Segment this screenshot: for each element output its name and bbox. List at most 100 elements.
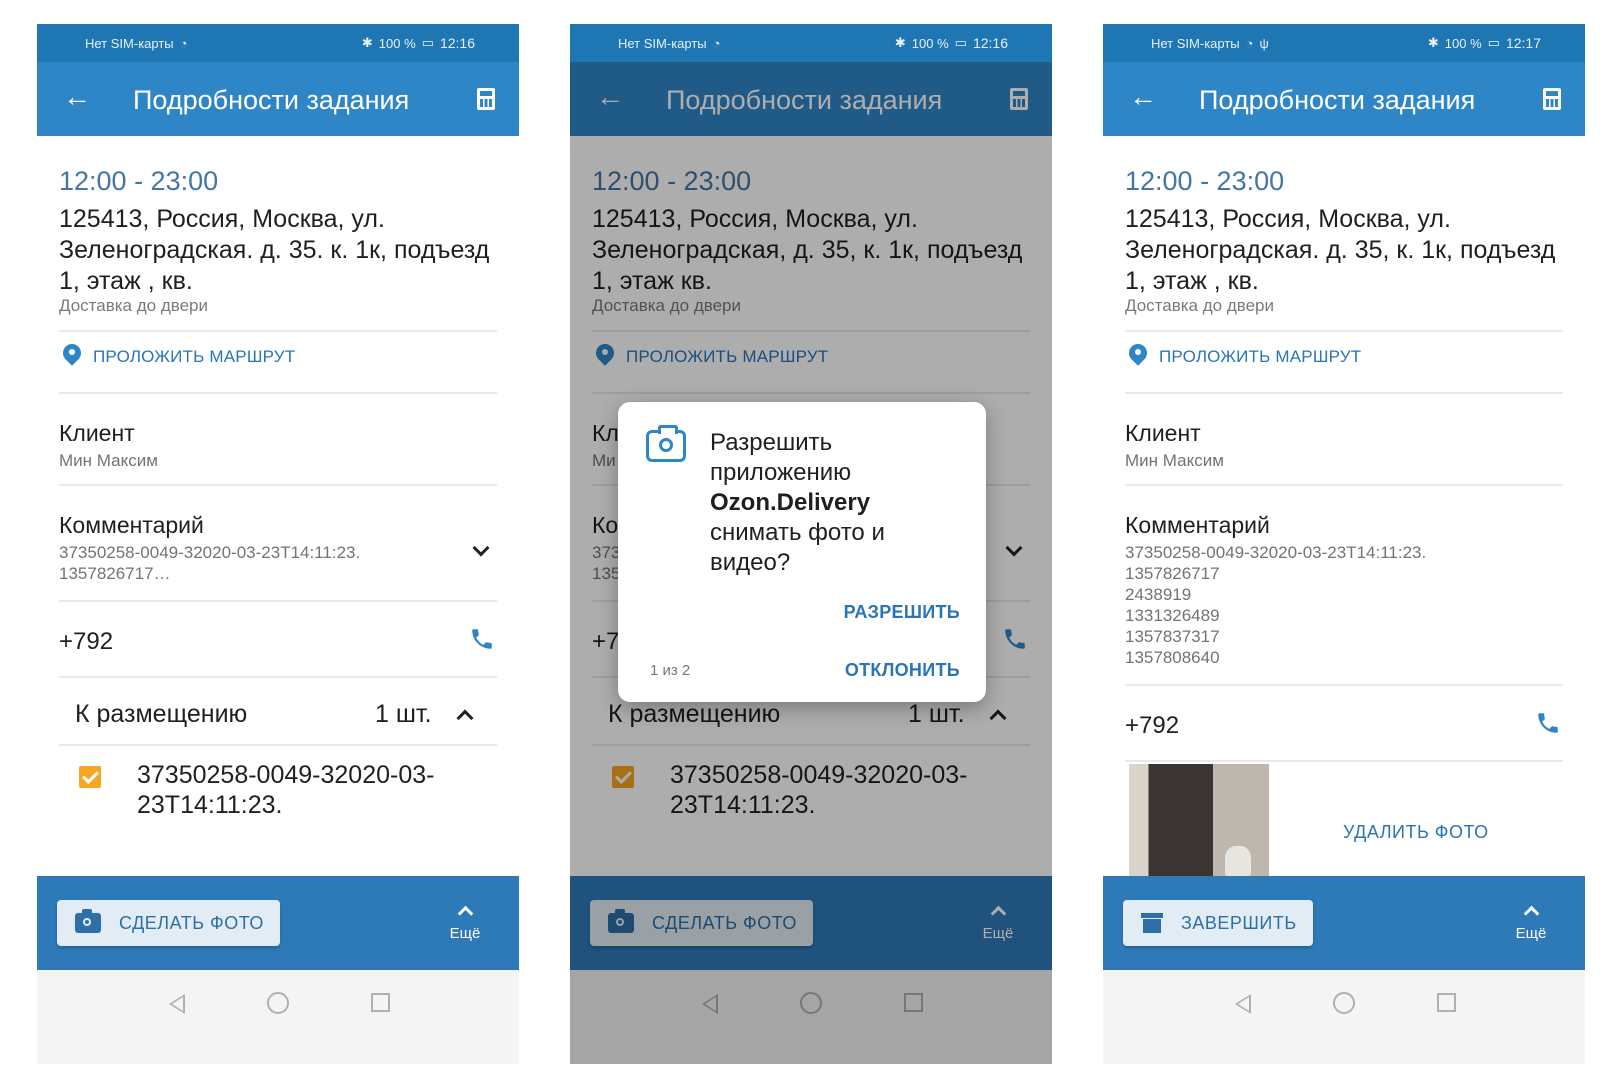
take-photo-button[interactable]: СДЕЛАТЬ ФОТО: [57, 900, 280, 946]
more-label: Ещё: [1515, 925, 1547, 942]
phone-screen-1: Нет SIM-карты ◔ ✱ 100 % ▭ 12:16 ← Подробност…: [37, 24, 519, 1064]
delivery-type: Доставка до двери: [1125, 296, 1274, 315]
delete-photo-button[interactable]: УДАЛИТЬ ФОТО: [1343, 822, 1489, 843]
battery-icon: ▭: [421, 35, 434, 50]
location-pin-icon: [63, 344, 81, 370]
time-range: 12:00 - 23:00: [59, 166, 219, 196]
photo-thumbnail[interactable]: [1129, 764, 1269, 886]
address: 125413, Россия, Москва, ул. Зеленоградск…: [1125, 205, 1556, 295]
client-name: Мин Максим: [59, 451, 158, 470]
archive-box-icon: [1141, 913, 1163, 933]
nav-home-icon[interactable]: [267, 992, 289, 1014]
back-arrow-icon[interactable]: ←: [1129, 82, 1157, 112]
comment-line: 37350258-0049-32020-03-23T14:11:23.: [59, 543, 361, 562]
battery-icon: ▭: [954, 35, 967, 50]
divider: [1125, 684, 1563, 686]
address: 125413, Россия, Москва, ул. Зеленоградск…: [59, 205, 490, 295]
route-label: ПРОЛОЖИТЬ МАРШРУТ: [1159, 347, 1362, 366]
system-nav-bar: [1103, 970, 1585, 1064]
route-label: ПРОЛОЖИТЬ МАРШРУТ: [93, 347, 296, 366]
back-arrow-icon[interactable]: ←: [63, 82, 91, 112]
comment-line: 2438919: [1125, 585, 1192, 604]
dialog-pager: 1 из 2: [650, 662, 691, 679]
build-route-link[interactable]: ПРОЛОЖИТЬ МАРШРУТ: [63, 344, 295, 370]
bluetooth-icon: ✱: [894, 35, 906, 50]
collapse-group-icon[interactable]: [456, 709, 474, 727]
divider: [1125, 392, 1563, 394]
item-text: 37350258-0049-32020-03-23T14:11:23.: [137, 761, 435, 819]
phone-number: +792: [59, 628, 114, 655]
bluetooth-icon: ✱: [1427, 35, 1439, 50]
comment-line: 1357837317: [1125, 627, 1220, 646]
chevron-up-icon: [457, 905, 473, 922]
divider: [1125, 760, 1563, 762]
group-count: 1 шт.: [375, 700, 432, 728]
status-bar: Нет SIM-карты ◔ ✱ 100 % ▭ 12:16: [570, 24, 1052, 62]
nav-recents-icon[interactable]: [1437, 993, 1456, 1012]
comment-line: 1331326489: [1125, 606, 1220, 625]
deny-button[interactable]: ОТКЛОНИТЬ: [845, 660, 960, 681]
nav-back-icon[interactable]: [1235, 994, 1251, 1014]
divider: [1125, 330, 1563, 332]
call-icon[interactable]: [469, 626, 495, 652]
allow-button[interactable]: РАЗРЕШИТЬ: [844, 602, 960, 623]
take-photo-label: СДЕЛАТЬ ФОТО: [119, 912, 264, 933]
clock: 12:17: [1505, 35, 1541, 51]
sim-status: Нет SIM-карты: [85, 35, 174, 51]
camera-icon: [75, 909, 101, 933]
nav-back-icon[interactable]: [169, 994, 185, 1014]
comment-line: 1357826717: [1125, 564, 1220, 583]
battery-level: 100 %: [911, 35, 949, 51]
battery-level: 100 %: [378, 35, 416, 51]
client-label: Клиент: [59, 420, 135, 446]
calculator-icon[interactable]: [1543, 88, 1561, 110]
battery-level: 100 %: [1444, 35, 1482, 51]
app-bar: ← Подробности задания: [1103, 62, 1585, 136]
nav-recents-icon[interactable]: [371, 993, 390, 1012]
call-icon[interactable]: [1535, 710, 1561, 736]
bottom-action-bar: ЗАВЕРШИТЬ Ещё: [1103, 876, 1585, 970]
system-nav-bar: [37, 970, 519, 1064]
more-label: Ещё: [449, 925, 481, 942]
more-button[interactable]: Ещё: [445, 904, 485, 942]
nav-home-icon[interactable]: [1333, 992, 1355, 1014]
client-name: Мин Максим: [1125, 451, 1224, 470]
comment-label: Комментарий: [59, 512, 204, 538]
permission-text: снимать фото и видео?: [710, 519, 885, 576]
divider: [1125, 484, 1563, 486]
comment-label: Комментарий: [1125, 512, 1270, 538]
wifi-icon: ◔: [712, 35, 721, 51]
calculator-icon[interactable]: [477, 88, 495, 110]
app-bar: ← Подробности задания: [37, 62, 519, 136]
usb-icon: ψ: [1259, 35, 1269, 51]
more-button[interactable]: Ещё: [1511, 904, 1551, 942]
divider: [59, 744, 497, 746]
phone-screen-3: Нет SIM-карты ◔ ψ ✱ 100 % ▭ 12:17 ← Подробнос…: [1103, 24, 1585, 1064]
comment-line: 37350258-0049-32020-03-23T14:11:23.: [1125, 543, 1427, 562]
divider: [59, 600, 497, 602]
finish-button[interactable]: ЗАВЕРШИТЬ: [1123, 900, 1313, 946]
divider: [59, 676, 497, 678]
bottom-action-bar: СДЕЛАТЬ ФОТО Ещё: [37, 876, 519, 970]
wifi-icon: ◔: [1245, 35, 1254, 51]
item-checkbox[interactable]: [79, 766, 101, 788]
delivery-type: Доставка до двери: [59, 296, 208, 315]
phone-screen-2: Нет SIM-карты ◔ ✱ 100 % ▭ 12:16 ← Подробност…: [570, 24, 1052, 1064]
camera-icon: [646, 425, 686, 462]
location-pin-icon: [1129, 344, 1147, 370]
phone-number: +792: [1125, 712, 1180, 739]
clock: 12:16: [439, 35, 475, 51]
divider: [59, 330, 497, 332]
sim-status: Нет SIM-карты: [1151, 35, 1240, 51]
permission-message: Разрешить приложению Ozon.Delivery снима…: [710, 428, 960, 578]
battery-icon: ▭: [1487, 35, 1500, 50]
page-title: Подробности задания: [1199, 85, 1476, 115]
time-range: 12:00 - 23:00: [1125, 166, 1285, 196]
client-label: Клиент: [1125, 420, 1201, 446]
status-bar: Нет SIM-карты ◔ ✱ 100 % ▭ 12:16: [37, 24, 519, 62]
comment-line: 1357826717…: [59, 564, 171, 583]
build-route-link[interactable]: ПРОЛОЖИТЬ МАРШРУТ: [1129, 344, 1361, 370]
expand-comment-icon[interactable]: [472, 539, 490, 557]
status-bar: Нет SIM-карты ◔ ψ ✱ 100 % ▭ 12:17: [1103, 24, 1585, 62]
comment-line: 1357808640: [1125, 648, 1220, 667]
